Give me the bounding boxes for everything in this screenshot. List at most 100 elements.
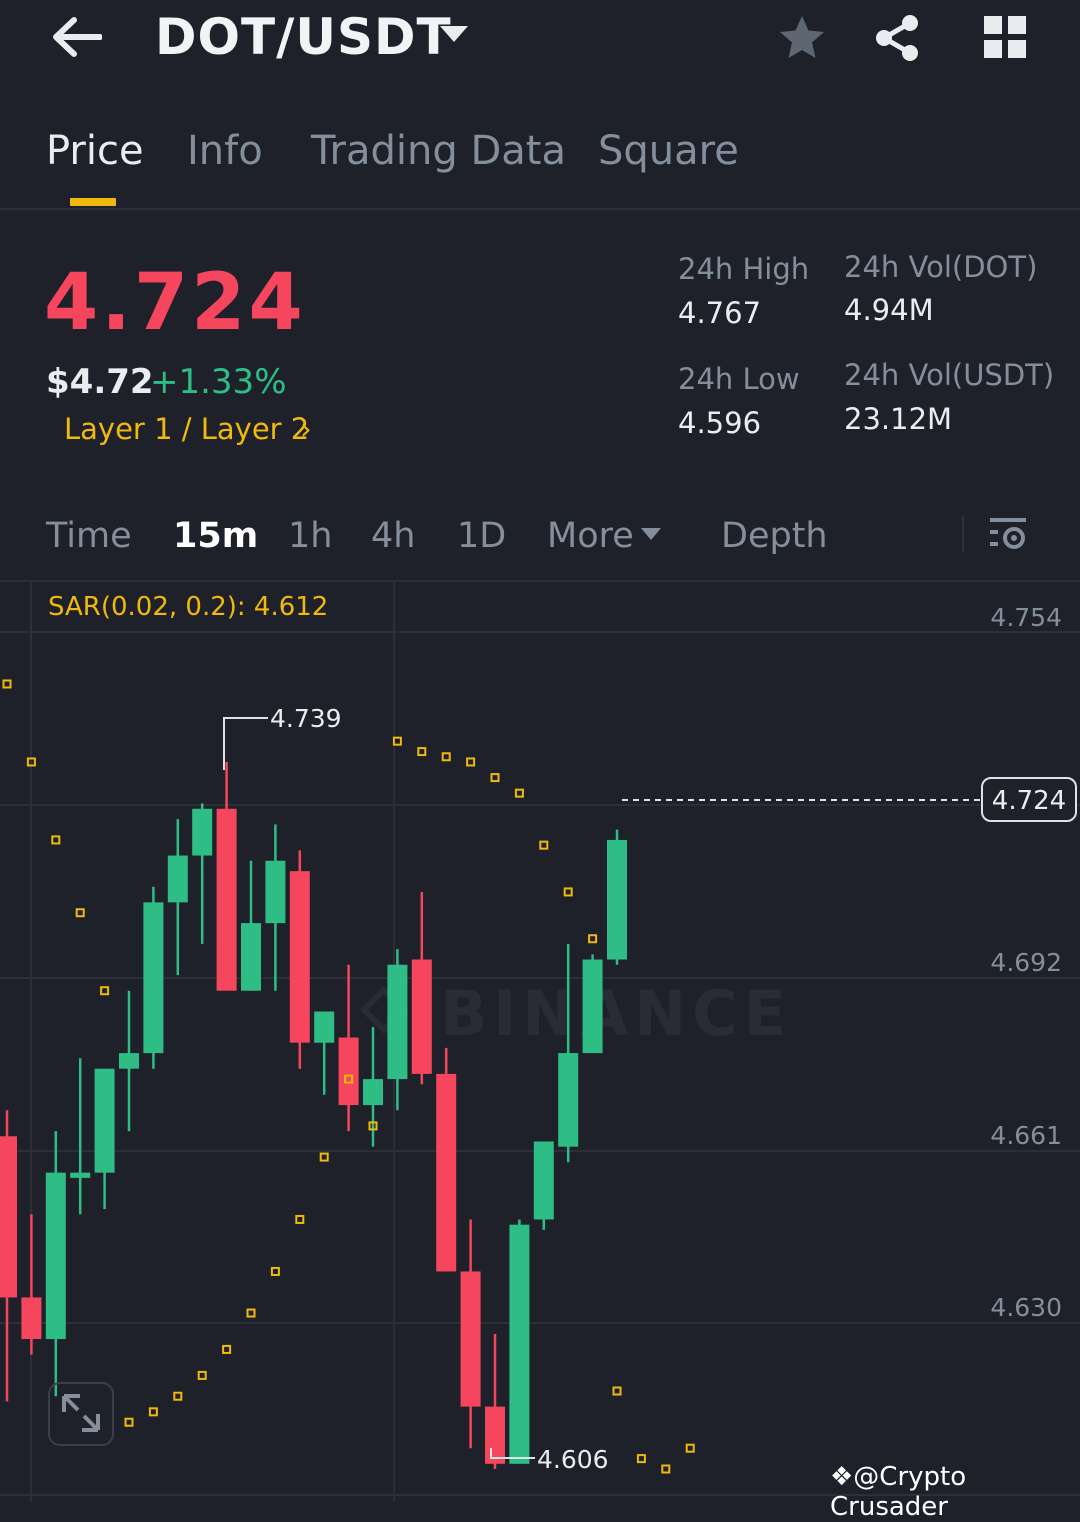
fullscreen-button[interactable] <box>48 1382 114 1446</box>
candle-body <box>216 808 237 991</box>
candle-body <box>21 1297 42 1340</box>
candle-body <box>411 959 432 1074</box>
candle <box>241 860 261 991</box>
high-value: 4.767 <box>678 296 762 330</box>
candle <box>167 819 188 976</box>
interval-1d[interactable]: 1D <box>457 516 506 556</box>
back-arrow-icon[interactable] <box>50 14 102 60</box>
sar-dot <box>514 788 524 798</box>
interval-4h[interactable]: 4h <box>371 516 415 556</box>
candle <box>192 803 213 944</box>
sar-dot <box>100 986 110 996</box>
sar-dot <box>661 1464 671 1474</box>
star-icon[interactable] <box>776 12 828 64</box>
candle <box>387 949 408 1111</box>
candle-body <box>192 808 213 856</box>
candle-body <box>582 959 603 1054</box>
sar-dot <box>124 1417 134 1427</box>
candle-body <box>265 860 286 924</box>
candle <box>509 1219 530 1464</box>
sar-dot <box>2 679 12 689</box>
top-bar: DOT/USDT <box>0 0 1080 80</box>
sar-dot <box>588 934 598 944</box>
chevron-right-icon[interactable]: › <box>300 412 312 446</box>
candle <box>45 1131 66 1397</box>
candle <box>216 761 237 991</box>
vol-quote-value: 23.12M <box>844 402 953 436</box>
grid-icon[interactable] <box>980 12 1032 64</box>
candle <box>582 954 603 1054</box>
sar-dot <box>539 840 549 850</box>
category-link[interactable]: Layer 1 / Layer 2 <box>64 412 309 446</box>
sar-dot <box>51 835 61 845</box>
candle-body <box>45 1172 66 1340</box>
candle-body <box>70 1172 91 1178</box>
sar-dot <box>636 1454 646 1464</box>
sar-dot <box>197 1370 207 1380</box>
vol-base-label: 24h Vol(DOT) <box>844 250 1038 284</box>
tab-trading-data[interactable]: Trading Data <box>311 128 566 174</box>
candle-body <box>607 839 627 960</box>
candle <box>143 886 164 1069</box>
candle-body <box>533 1141 554 1220</box>
tab-bar: Price Info Trading Data Square <box>0 110 1080 210</box>
sar-dot <box>173 1391 183 1401</box>
sar-dot <box>270 1266 280 1276</box>
candle-body <box>558 1053 579 1147</box>
tab-price[interactable]: Price <box>46 128 144 174</box>
interval-depth[interactable]: Depth <box>721 516 828 556</box>
sar-dot <box>148 1407 158 1417</box>
pair-title[interactable]: DOT/USDT <box>155 8 452 66</box>
sar-dot <box>466 757 476 767</box>
candle-body <box>119 1053 139 1069</box>
candle <box>485 1333 505 1470</box>
more-caret-icon[interactable] <box>641 528 661 540</box>
author-credit: ❖@Crypto Crusader <box>830 1462 967 1522</box>
candle <box>0 1110 17 1402</box>
vol-quote-label: 24h Vol(USDT) <box>844 358 1055 392</box>
sar-indicator-label: SAR(0.02, 0.2): 4.612 <box>48 592 329 622</box>
candle-body <box>289 871 310 1043</box>
candle-body <box>363 1079 383 1106</box>
sar-dot <box>295 1214 305 1224</box>
high-label: 24h High <box>678 252 810 286</box>
chart-settings-icon[interactable] <box>986 514 1030 556</box>
candle <box>338 964 359 1132</box>
candle-body <box>143 902 164 1054</box>
candle <box>265 824 286 991</box>
caret-down-icon[interactable] <box>440 26 468 42</box>
watermark-text: BINANCE <box>440 977 792 1050</box>
interval-15m[interactable]: 15m <box>173 516 258 556</box>
candlestick-chart[interactable]: BINANCE 4.754 4.692 4.661 4.630 4.739 4.… <box>0 582 1080 1502</box>
share-icon[interactable] <box>872 12 924 64</box>
tab-info[interactable]: Info <box>187 128 263 174</box>
candle-body <box>387 964 408 1080</box>
candle <box>21 1214 42 1355</box>
expand-icon <box>62 1394 100 1432</box>
candle-body <box>436 1073 457 1272</box>
sar-dot <box>319 1152 329 1162</box>
current-price-tag: 4.724 <box>981 777 1077 822</box>
candle <box>607 829 627 965</box>
candle-body <box>314 1011 335 1043</box>
price-change-percent: +1.33% <box>150 362 287 402</box>
interval-time[interactable]: Time <box>46 516 132 556</box>
tab-square[interactable]: Square <box>598 128 739 174</box>
candle <box>70 1058 91 1215</box>
candle-body <box>241 923 261 991</box>
sar-dot <box>685 1443 695 1453</box>
candle <box>94 1068 115 1210</box>
candle-body <box>460 1271 481 1407</box>
candle <box>119 990 139 1132</box>
candles <box>0 761 627 1470</box>
candle-body <box>167 855 188 903</box>
candle-body <box>0 1136 17 1298</box>
interval-1h[interactable]: 1h <box>288 516 332 556</box>
interval-more[interactable]: More <box>547 516 634 556</box>
price-axis-label: 4.754 <box>990 603 1062 632</box>
low-marker-label: 4.606 <box>537 1445 609 1474</box>
candle <box>314 1011 335 1095</box>
sar-dot <box>222 1344 232 1354</box>
sar-dot <box>417 747 427 757</box>
price-axis-label: 4.630 <box>990 1293 1062 1322</box>
